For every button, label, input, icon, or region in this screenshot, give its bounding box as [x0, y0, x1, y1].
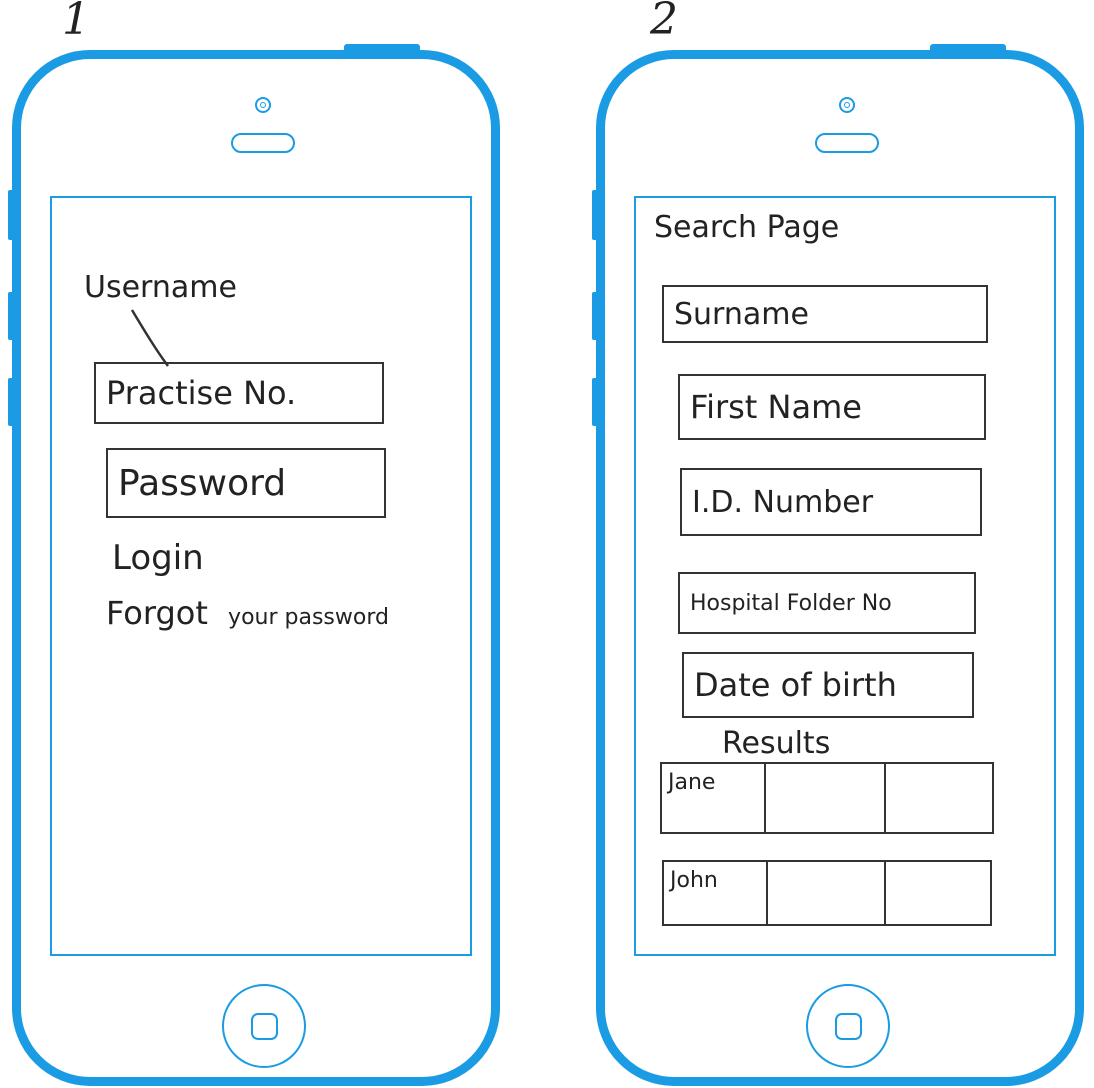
table-cell — [766, 862, 768, 924]
login-button[interactable]: Login — [112, 538, 204, 578]
home-square-icon — [835, 1013, 862, 1040]
first-name-input[interactable]: First Name — [678, 374, 986, 440]
table-cell — [884, 764, 886, 832]
home-button[interactable] — [806, 984, 890, 1068]
results-heading: Results — [722, 726, 831, 761]
phone-2-frame — [596, 50, 1084, 1086]
forgot-suffix: your password — [228, 605, 389, 630]
speaker-grille — [815, 133, 879, 153]
result-name: Jane — [668, 770, 716, 795]
home-square-icon — [251, 1013, 278, 1040]
password-input[interactable]: Password — [106, 448, 386, 518]
table-row[interactable]: Jane — [660, 762, 994, 834]
hospital-folder-input[interactable]: Hospital Folder No — [678, 572, 976, 634]
table-cell — [764, 764, 766, 832]
surname-input[interactable]: Surname — [662, 285, 988, 343]
table-cell — [884, 862, 886, 924]
home-button[interactable] — [222, 984, 306, 1068]
camera-icon — [255, 97, 271, 113]
phone-1-frame — [12, 50, 500, 1086]
id-number-input[interactable]: I.D. Number — [680, 468, 982, 536]
phone-1-number: 1 — [62, 0, 90, 45]
username-annotation: Username — [84, 270, 237, 305]
page-title: Search Page — [654, 210, 840, 245]
forgot-password-link[interactable]: Forgot your password — [106, 594, 389, 632]
camera-icon — [839, 97, 855, 113]
forgot-label: Forgot — [106, 594, 208, 632]
speaker-grille — [231, 133, 295, 153]
result-name: John — [670, 868, 718, 893]
table-row[interactable]: John — [662, 860, 992, 926]
username-input[interactable]: Practise No. — [94, 362, 384, 424]
date-of-birth-input[interactable]: Date of birth — [682, 652, 974, 718]
phone-2-number: 2 — [650, 0, 678, 45]
